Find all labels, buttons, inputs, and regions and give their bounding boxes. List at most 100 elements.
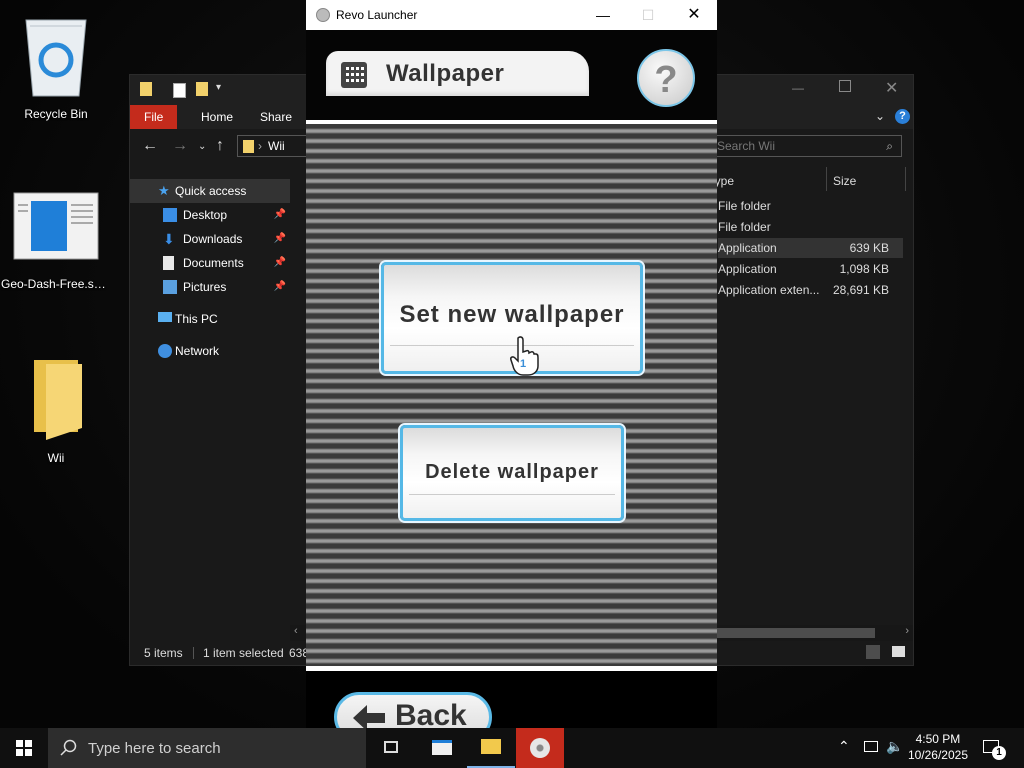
- table-row-selected[interactable]: Application 639 KB: [718, 238, 903, 258]
- minimize-button[interactable]: —: [792, 81, 804, 95]
- player-number-badge: 1: [520, 358, 527, 370]
- recent-locations-icon[interactable]: ⌄: [198, 141, 206, 152]
- grid-menu-icon: [341, 62, 367, 88]
- search-placeholder: Type here to search: [88, 740, 221, 757]
- pin-icon[interactable]: 📌: [274, 251, 286, 275]
- scroll-right-icon[interactable]: ›: [905, 625, 909, 637]
- network-status-icon[interactable]: [864, 741, 878, 752]
- recycle-bin-icon: [25, 19, 87, 97]
- button-label: Delete wallpaper: [425, 461, 599, 483]
- nav-label: Desktop: [183, 208, 228, 222]
- notification-center-button[interactable]: 1: [980, 728, 1024, 768]
- close-button[interactable]: ✕: [885, 78, 898, 98]
- desktop-icon-label: Geo-Dash-Free.sm...: [1, 277, 111, 291]
- table-row[interactable]: Application exten... 28,691 KB: [718, 280, 903, 300]
- star-icon: ★: [158, 183, 170, 198]
- nav-documents[interactable]: Documents 📌: [130, 251, 290, 275]
- volume-muted-icon[interactable]: 🔈: [886, 738, 903, 755]
- download-icon: ⬇: [163, 231, 175, 247]
- scrollbar-thumb[interactable]: [705, 628, 875, 638]
- table-row[interactable]: File folder: [718, 217, 903, 237]
- taskbar-revo-launcher[interactable]: [516, 728, 564, 768]
- maximize-button: ☐: [641, 7, 655, 23]
- close-button[interactable]: ✕: [671, 4, 717, 26]
- nav-this-pc[interactable]: This PC: [130, 307, 290, 331]
- minimize-button[interactable]: —: [580, 4, 626, 26]
- nav-network[interactable]: Network: [130, 339, 290, 363]
- nav-label: Pictures: [183, 280, 227, 294]
- taskbar: Type here to search ⌃ 🔈 4:50 PM 10/26/20…: [0, 728, 1024, 768]
- nav-downloads[interactable]: ⬇ Downloads 📌: [130, 227, 290, 251]
- nav-label: Downloads: [183, 232, 243, 246]
- pin-icon[interactable]: 📌: [274, 275, 286, 299]
- tab-share[interactable]: Share: [246, 105, 306, 129]
- pin-icon[interactable]: 📌: [274, 227, 286, 251]
- tab-file[interactable]: File: [130, 105, 178, 129]
- row-type: Application: [718, 262, 777, 276]
- status-item-count: 5 items: [144, 646, 183, 660]
- folder-icon: [243, 140, 254, 153]
- back-button[interactable]: Back: [334, 692, 492, 728]
- task-view-button[interactable]: [368, 728, 416, 768]
- desktop-icon-geo-dash[interactable]: Geo-Dash-Free.sm...: [1, 192, 111, 291]
- button-label: Set new wallpaper: [399, 301, 625, 328]
- up-arrow-icon[interactable]: ↑: [216, 137, 224, 155]
- column-header-size[interactable]: Size: [833, 169, 856, 193]
- clock[interactable]: 4:50 PM 10/26/2025: [908, 731, 968, 763]
- row-type: File folder: [718, 199, 771, 213]
- button-divider: [409, 494, 615, 495]
- clock-time: 4:50 PM: [915, 732, 961, 746]
- network-icon: [158, 344, 172, 358]
- taskbar-file-explorer[interactable]: [467, 728, 515, 768]
- desktop-icon-recycle-bin[interactable]: Recycle Bin: [1, 8, 111, 121]
- nav-desktop[interactable]: Desktop 📌: [130, 203, 290, 227]
- revo-titlebar[interactable]: Revo Launcher — ☐ ✕: [306, 0, 717, 30]
- column-divider[interactable]: [826, 167, 827, 191]
- clock-date: 10/26/2025: [907, 748, 968, 762]
- row-size: 28,691 KB: [832, 283, 889, 297]
- large-icons-view-icon[interactable]: [892, 646, 905, 657]
- document-icon: [13, 192, 99, 260]
- help-button[interactable]: ?: [637, 49, 695, 107]
- computer-icon: [158, 312, 172, 322]
- nav-quick-access[interactable]: ★ Quick access: [130, 179, 290, 203]
- row-size: 639 KB: [849, 241, 889, 255]
- task-view-icon: [384, 741, 398, 753]
- desktop-icon-label: Wii: [47, 451, 65, 465]
- taskbar-search-box[interactable]: Type here to search: [48, 728, 366, 768]
- tab-home[interactable]: Home: [187, 105, 247, 129]
- search-input[interactable]: Search Wii ⌕: [708, 135, 902, 157]
- status-selected: 1 item selected: [203, 646, 284, 660]
- nav-label: This PC: [175, 312, 218, 326]
- properties-icon[interactable]: [173, 83, 186, 98]
- show-hidden-icons-icon[interactable]: ⌃: [838, 738, 850, 755]
- delete-wallpaper-button[interactable]: Delete wallpaper: [400, 425, 624, 521]
- nav-pictures[interactable]: Pictures 📌: [130, 275, 290, 299]
- column-divider[interactable]: [905, 167, 906, 191]
- nav-label: Network: [175, 344, 220, 358]
- customize-toolbar-icon[interactable]: ▾: [216, 82, 221, 93]
- navigation-pane: ★ Quick access Desktop 📌 ⬇ Downloads 📌 D…: [130, 179, 290, 363]
- help-icon[interactable]: ?: [895, 109, 910, 124]
- desktop-icon-wii-folder[interactable]: Wii: [1, 356, 111, 465]
- address-bar[interactable]: › Wii: [237, 135, 307, 157]
- maximize-button[interactable]: [839, 80, 851, 92]
- scroll-left-icon[interactable]: ‹: [294, 625, 298, 637]
- pin-icon[interactable]: 📌: [274, 203, 286, 227]
- forward-arrow-icon[interactable]: →: [172, 137, 188, 155]
- taskbar-app-window[interactable]: [418, 728, 466, 768]
- start-button[interactable]: [0, 728, 48, 768]
- search-icon: ⌕: [886, 139, 893, 153]
- back-arrow-icon[interactable]: ←: [142, 137, 158, 155]
- folder-icon: [481, 739, 501, 754]
- back-button-label: Back: [395, 699, 467, 728]
- table-row[interactable]: Application 1,098 KB: [718, 259, 903, 279]
- details-view-icon[interactable]: [866, 645, 880, 659]
- revo-launcher-window: Revo Launcher — ☐ ✕ Wallpaper ? Set new …: [306, 0, 717, 728]
- window-title: Revo Launcher: [336, 8, 418, 22]
- expand-ribbon-icon[interactable]: ⌄: [875, 109, 885, 123]
- row-type: Application exten...: [718, 283, 820, 297]
- breadcrumb-wii[interactable]: Wii: [268, 139, 285, 153]
- table-row[interactable]: File folder: [718, 196, 903, 216]
- new-folder-icon[interactable]: [196, 82, 208, 96]
